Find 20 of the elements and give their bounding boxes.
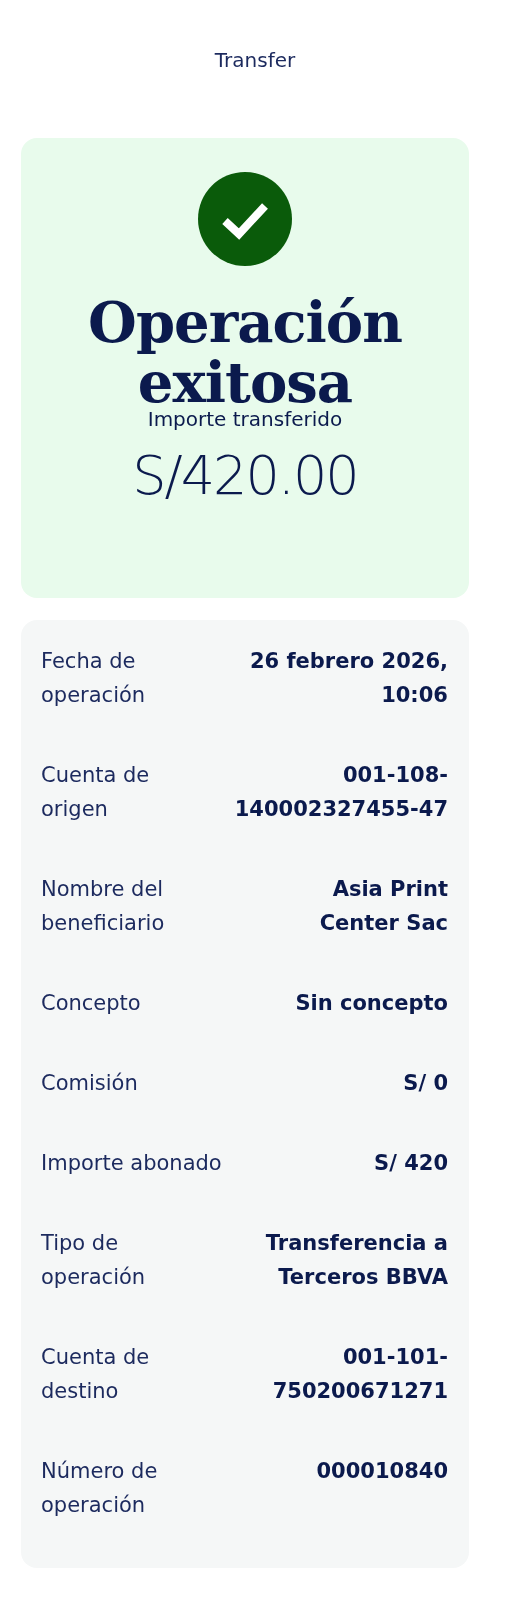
amount-value: S/420.00: [132, 446, 358, 506]
detail-value: Asia Print Center Sac: [319, 876, 448, 937]
detail-value: 001-108- 140002327455-47: [234, 762, 448, 823]
detail-label: Concepto: [41, 990, 141, 1017]
detail-label: Importe abonado: [41, 1150, 222, 1177]
detail-value: Transferencia a Terceros BBVA: [265, 1230, 448, 1291]
detail-label: Fecha de operación: [41, 648, 146, 709]
detail-value: Sin concepto: [295, 990, 448, 1017]
detail-label: Nombre del beneficiario: [41, 876, 165, 937]
screen-title: Transfer: [214, 48, 296, 72]
detail-value: S/ 420: [374, 1150, 448, 1177]
detail-value: 26 febrero 2026, 10:06: [249, 648, 448, 709]
detail-label: Número de operación: [41, 1458, 158, 1519]
detail-label: Comisión: [41, 1070, 138, 1097]
detail-value: 000010840: [316, 1458, 448, 1485]
detail-label: Cuenta de origen: [41, 762, 150, 823]
detail-value: S/ 0: [403, 1070, 448, 1097]
detail-label: Tipo de operación: [41, 1230, 146, 1291]
detail-value: 001-101- 750200671271: [272, 1344, 448, 1405]
detail-label: Cuenta de destino: [41, 1344, 150, 1405]
